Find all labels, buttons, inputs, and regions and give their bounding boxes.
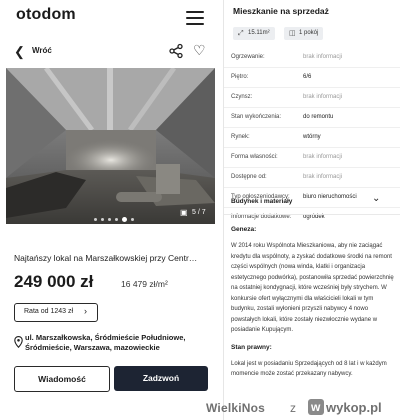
detail-key: Forma własności: (231, 154, 278, 160)
rooms-value: 1 pokój (299, 30, 319, 36)
legal-status-heading: Stan prawny: (231, 343, 272, 351)
detail-value: brak informacji (303, 54, 343, 60)
detail-row: Forma własności: brak informacji (224, 148, 400, 168)
detail-value: brak informacji (303, 154, 343, 160)
chevron-left-icon[interactable]: ❮ (14, 44, 25, 60)
watermark-site: wykop.pl (326, 400, 382, 415)
watermark-author: WielkiNos (206, 401, 266, 415)
detail-key: Czynsz: (231, 94, 253, 100)
top-bar: otodom (0, 0, 223, 36)
installment-button[interactable]: Rata od 1243 zł › (14, 303, 98, 322)
detail-row: Piętro: 6/6 (224, 68, 400, 88)
call-button[interactable]: Zadzwoń (114, 366, 208, 391)
room-icon: ◫ (289, 30, 296, 37)
listing-price: 249 000 zł (14, 272, 94, 291)
area-icon: ⤢ (238, 30, 244, 37)
details-title: Mieszkanie na sprzedaż (233, 6, 329, 16)
listing-nav: ❮ Wróć ♡ (0, 40, 223, 66)
detail-key: Stan wykończenia: (231, 114, 282, 120)
area-value: 15.11m² (248, 30, 270, 36)
location-pin-icon (14, 336, 23, 348)
wykop-logo-letter: w (311, 400, 321, 414)
watermark: WielkiNos z w wykop.pl (180, 396, 400, 420)
listing-photo[interactable]: ▣ 5 / 7 (6, 68, 215, 224)
geneza-text: W 2014 roku Wspólnota Mieszkaniowa, aby … (231, 243, 394, 333)
hamburger-menu-icon[interactable] (186, 11, 204, 25)
detail-value: 6/6 (303, 74, 312, 80)
chevron-right-icon: › (84, 306, 87, 316)
detail-value: wtórny (303, 134, 321, 140)
legal-status-text: Lokal jest w posiadaniu Sprzedających od… (231, 360, 387, 378)
detail-value: brak informacji (303, 94, 343, 100)
detail-value: brak informacji (303, 174, 343, 180)
divider (224, 214, 400, 215)
wykop-logo-icon: w (308, 399, 324, 415)
carousel-dots[interactable] (94, 211, 138, 223)
detail-key: Piętro: (231, 74, 249, 80)
detail-row: Czynsz: brak informacji (224, 88, 400, 108)
detail-row: Dostępne od: brak informacji (224, 168, 400, 188)
listing-title: Najtańszy lokal na Marszałkowskiej przy … (14, 253, 198, 263)
listing-address[interactable]: ul. Marszałkowska, Śródmieście Południow… (25, 333, 221, 353)
rooms-chip: ◫ 1 pokój (284, 27, 324, 40)
listing-panel: otodom ❮ Wróć ♡ ▣ 5 / 7 Najtańszy lokal … (0, 0, 223, 420)
detail-row: Ogrzewanie: brak informacji (224, 48, 400, 68)
detail-value: biuro nieruchomości (303, 194, 357, 200)
detail-key: Rynek: (231, 134, 250, 140)
details-panel: Mieszkanie na sprzedaż ⤢ 15.11m² ◫ 1 pok… (223, 0, 400, 420)
detail-row: Rynek: wtórny (224, 128, 400, 148)
message-button[interactable]: Wiadomość (14, 366, 110, 392)
detail-value: do remontu (303, 114, 334, 120)
chevron-down-icon[interactable]: ⌄ (372, 193, 380, 204)
price-per-m2: 16 479 zł/m² (121, 279, 168, 289)
geneza-heading: Geneza: (231, 226, 257, 233)
detail-row: Stan wykończenia: do remontu (224, 108, 400, 128)
detail-key: Dostępne od: (231, 174, 267, 180)
installment-label: Rata od 1243 zł (24, 308, 74, 315)
camera-icon: ▣ (180, 208, 188, 217)
back-link[interactable]: Wróć (32, 46, 52, 55)
attic-room-photo (6, 68, 215, 224)
detail-key: Ogrzewanie: (231, 54, 265, 60)
watermark-connector: z (290, 401, 296, 415)
photo-counter: 5 / 7 (192, 209, 206, 216)
description: Geneza: W 2014 roku Wspólnota Mieszkanio… (231, 222, 396, 388)
favorite-heart-icon[interactable]: ♡ (193, 42, 206, 58)
building-section-toggle[interactable]: Budynek i materiały (231, 198, 292, 205)
otodom-logo[interactable]: otodom (16, 6, 76, 24)
share-icon[interactable] (168, 43, 184, 59)
area-chip: ⤢ 15.11m² (233, 27, 275, 40)
